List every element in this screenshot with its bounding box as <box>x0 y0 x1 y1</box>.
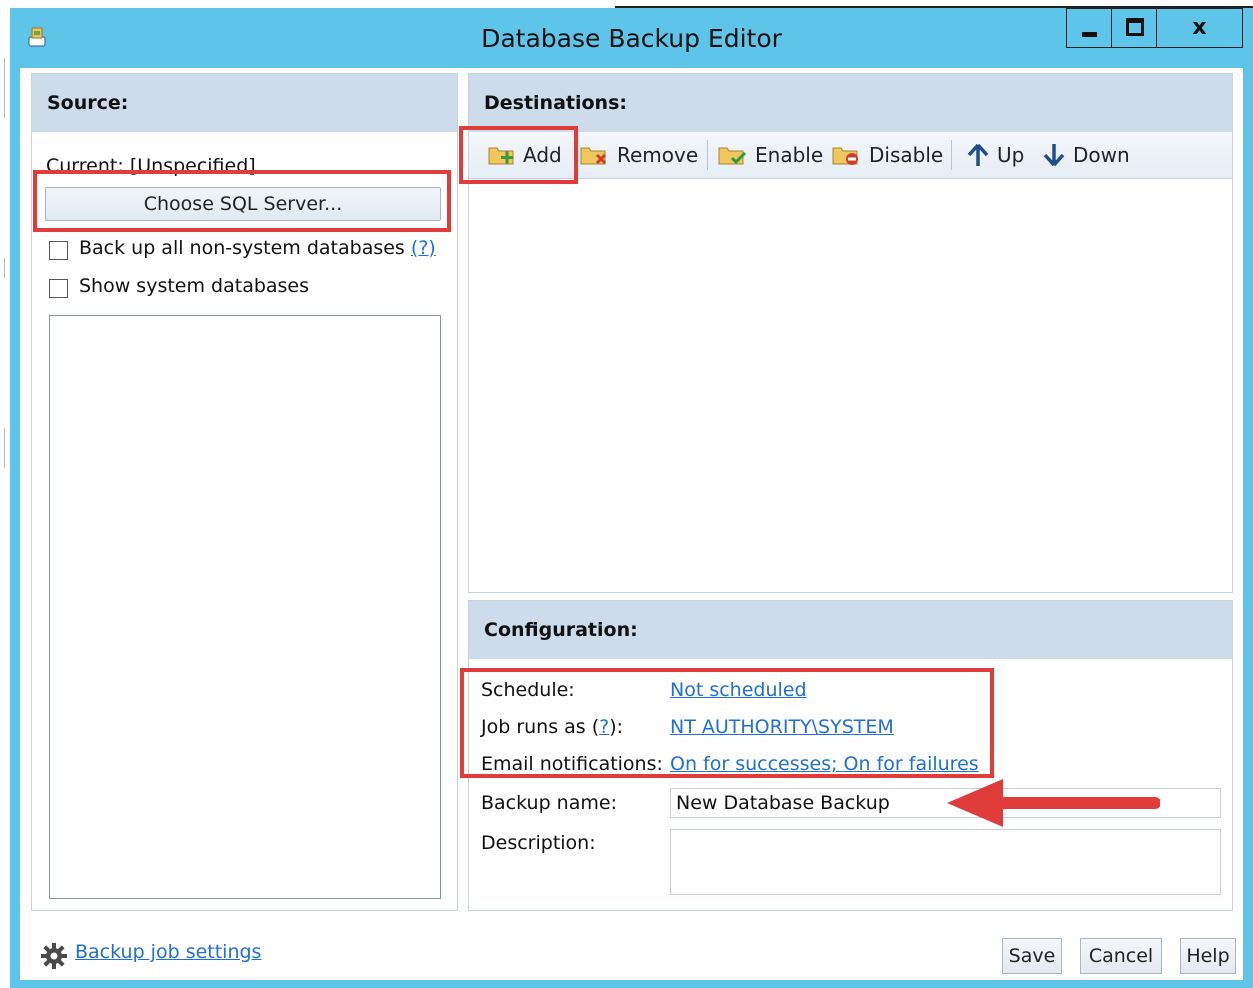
current-value: [Unspecified] <box>129 155 256 177</box>
schedule-label: Schedule: <box>481 679 575 701</box>
current-source: Current: [Unspecified] <box>46 155 256 177</box>
disable-label: Disable <box>869 143 944 167</box>
folder-check-icon <box>718 147 747 165</box>
job-runs-as-link[interactable]: NT AUTHORITY\SYSTEM <box>670 716 894 738</box>
app-root: Database Backup Editor x Source: Current… <box>0 0 1253 988</box>
background-top-strip <box>0 0 1253 8</box>
source-header: Source: <box>32 74 457 132</box>
configuration-panel: Configuration: Schedule: Not scheduled J… <box>468 600 1233 911</box>
show-system-checkbox[interactable] <box>49 279 68 298</box>
cancel-button[interactable]: Cancel <box>1080 938 1162 974</box>
enable-destination-button[interactable]: Enable <box>717 132 823 178</box>
close-button[interactable]: x <box>1156 8 1243 48</box>
help-button[interactable]: Help <box>1180 938 1236 974</box>
remove-destination-button[interactable]: Remove <box>579 132 698 178</box>
close-icon: x <box>1192 15 1207 40</box>
configuration-header: Configuration: <box>469 601 1232 659</box>
down-label: Down <box>1073 143 1130 167</box>
background-left-strip <box>0 8 10 988</box>
disable-destination-button[interactable]: Disable <box>831 132 943 178</box>
destinations-list[interactable] <box>469 179 1232 592</box>
add-destination-button[interactable]: Add <box>487 132 562 178</box>
current-label: Current: <box>46 155 124 177</box>
backup-name-label: Backup name: <box>481 792 617 814</box>
enable-label: Enable <box>755 143 824 167</box>
backup-all-help-link[interactable]: ? <box>418 237 428 259</box>
database-list[interactable] <box>49 315 441 899</box>
description-label: Description: <box>481 832 596 854</box>
backup-editor-window: Database Backup Editor x Source: Current… <box>10 8 1253 988</box>
schedule-link[interactable]: Not scheduled <box>670 679 807 701</box>
destinations-toolbar: Add Remove Enable Disable Up Down <box>469 132 1232 179</box>
email-notifications-link[interactable]: On for successes; On for failures <box>670 753 979 775</box>
minimize-button[interactable] <box>1066 8 1112 48</box>
red-arrow-annotation <box>947 779 1160 827</box>
move-down-button[interactable]: Down <box>1041 132 1130 178</box>
minimize-icon <box>1082 32 1097 37</box>
destinations-panel: Destinations: Add Remove Enable Disable … <box>468 73 1233 593</box>
move-up-button[interactable]: Up <box>965 132 1024 178</box>
destinations-header: Destinations: <box>469 74 1232 132</box>
dialog-client-area: Source: Current: [Unspecified] Choose SQ… <box>20 68 1243 980</box>
job-runs-as-help-link[interactable]: ? <box>599 716 609 738</box>
folder-remove-icon <box>580 147 607 165</box>
title-bar[interactable]: Database Backup Editor x <box>10 8 1253 68</box>
remove-label: Remove <box>617 143 699 167</box>
email-notifications-label: Email notifications: <box>481 753 663 775</box>
backup-all-checkbox[interactable] <box>49 241 68 260</box>
arrow-up-icon <box>967 143 989 166</box>
backup-all-label: Back up all non-system databases <box>79 237 405 259</box>
job-runs-as-label: Job runs as (?): <box>481 716 624 738</box>
folder-add-icon <box>488 147 514 165</box>
arrow-down-icon <box>1043 144 1065 167</box>
source-panel: Source: Current: [Unspecified] Choose SQ… <box>31 73 458 911</box>
up-label: Up <box>997 143 1025 167</box>
save-button[interactable]: Save <box>1002 938 1062 974</box>
folder-disable-icon <box>832 147 858 165</box>
settings-gear-icon <box>40 942 68 974</box>
maximize-icon <box>1126 18 1144 36</box>
description-input[interactable] <box>670 829 1221 895</box>
show-system-label: Show system databases <box>79 275 310 297</box>
add-label: Add <box>523 143 562 167</box>
choose-sql-server-button[interactable]: Choose SQL Server... <box>45 187 441 221</box>
maximize-button[interactable] <box>1111 8 1157 48</box>
backup-all-row: Back up all non-system databases (?) <box>79 237 436 259</box>
backup-job-settings-link[interactable]: Backup job settings <box>75 941 261 963</box>
